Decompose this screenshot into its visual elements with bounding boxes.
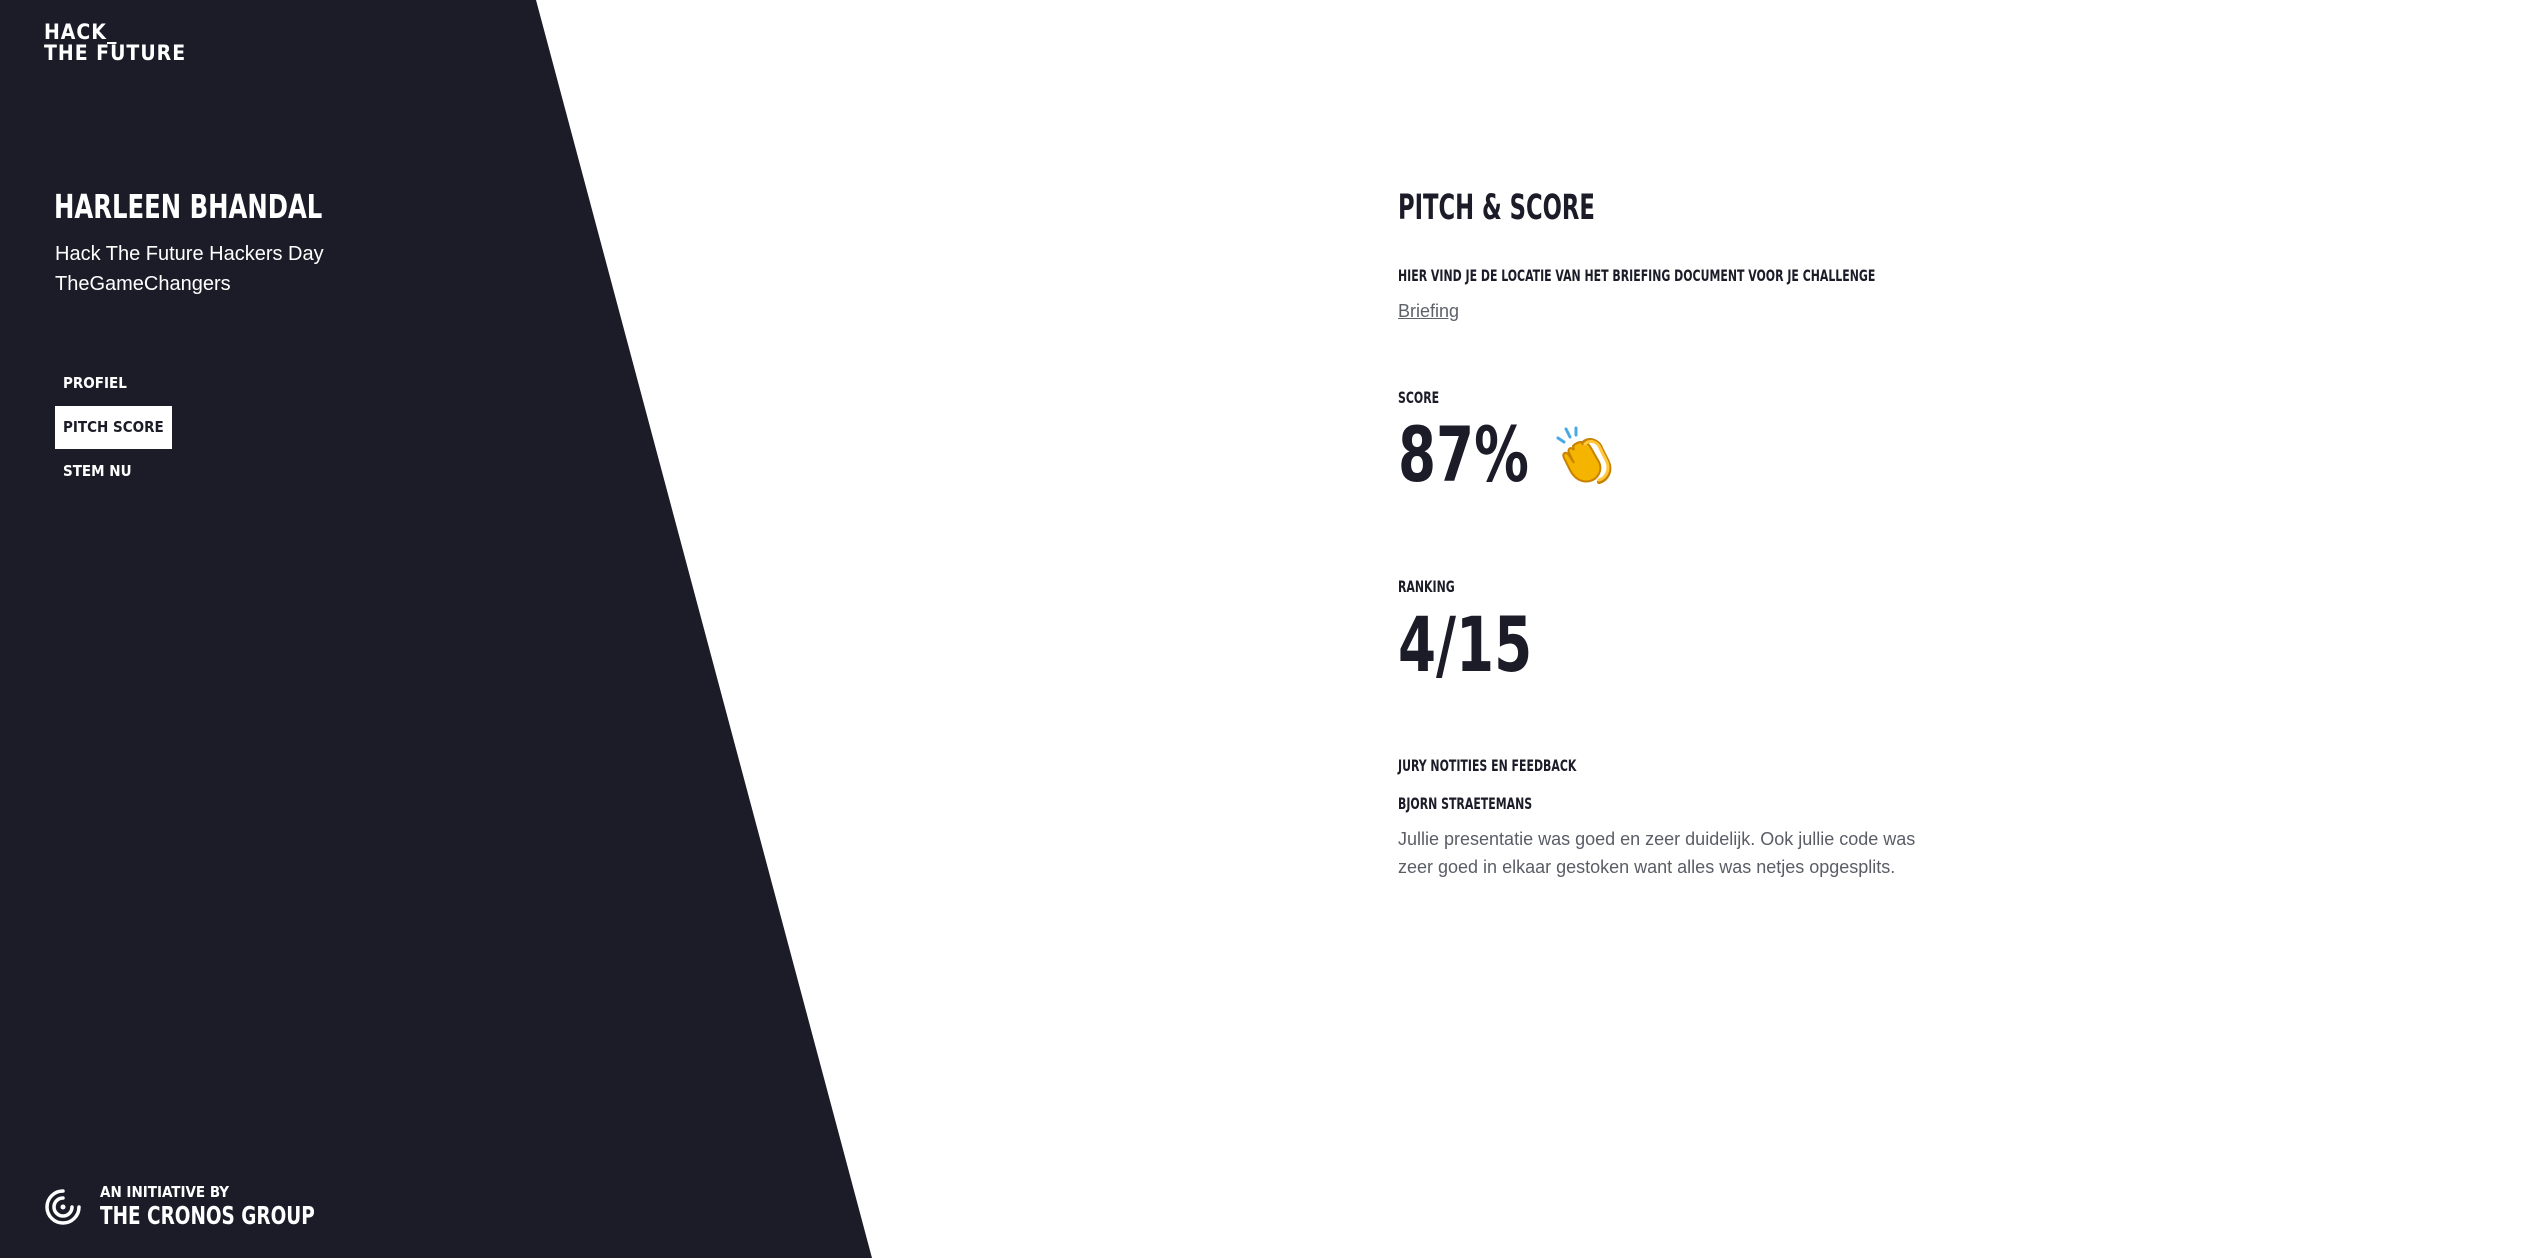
- hack-the-future-logo[interactable]: HACK_ THE FUTURE: [44, 22, 186, 64]
- briefing-location-label: HIER VIND JE DE LOCATIE VAN HET BRIEFING…: [1398, 266, 1876, 285]
- score-row: 87%: [1398, 410, 1958, 499]
- logo-line-1: HACK_: [44, 20, 118, 44]
- ranking-label: RANKING: [1398, 577, 1455, 596]
- jury-feedback-label: JURY NOTITIES EN FEEDBACK: [1398, 756, 1577, 775]
- cronos-logo-icon: [45, 1189, 81, 1225]
- initiative-small-label: AN INITIATIVE BY: [100, 1183, 230, 1201]
- pitch-score-content: PITCH & SCORE HIER VIND JE DE LOCATIE VA…: [1398, 188, 1958, 881]
- initiative-footer[interactable]: AN INITIATIVE BY THE CRONOS GROUP: [44, 1183, 362, 1231]
- nav-item-stem-nu[interactable]: STEM NU: [55, 450, 140, 493]
- page: HACK_ THE FUTURE HARLEEN BHANDAL Hack Th…: [0, 0, 2548, 1258]
- profile-team: TheGameChangers: [55, 273, 231, 295]
- initiative-company-name: THE CRONOS GROUP: [100, 1201, 315, 1230]
- profile-event: Hack The Future Hackers Day: [55, 243, 324, 265]
- clapping-hands-icon: [1556, 426, 1612, 484]
- score-label: SCORE: [1398, 388, 1440, 407]
- nav-row-profiel: PROFIEL: [55, 362, 275, 406]
- nav-row-pitch-score: PITCH SCORE: [55, 406, 275, 450]
- nav-item-profiel[interactable]: PROFIEL: [55, 362, 135, 405]
- page-title: PITCH & SCORE: [1398, 188, 1595, 228]
- ranking-value: 4/15: [1398, 600, 1533, 689]
- initiative-text: AN INITIATIVE BY THE CRONOS GROUP: [100, 1183, 362, 1231]
- feedback-text: Jullie presentatie was goed en zeer duid…: [1398, 829, 1916, 877]
- profile-name: HARLEEN BHANDAL: [54, 187, 323, 226]
- logo-line-2: THE FUTURE: [44, 41, 187, 65]
- nav-row-stem-nu: STEM NU: [55, 450, 275, 494]
- jury-name: BJORN STRAETEMANS: [1398, 794, 1533, 813]
- sidebar-navigation: PROFIEL PITCH SCORE STEM NU: [55, 362, 275, 494]
- briefing-link[interactable]: Briefing: [1398, 300, 1459, 322]
- score-value: 87%: [1398, 410, 1529, 499]
- nav-item-pitch-score[interactable]: PITCH SCORE: [55, 406, 172, 449]
